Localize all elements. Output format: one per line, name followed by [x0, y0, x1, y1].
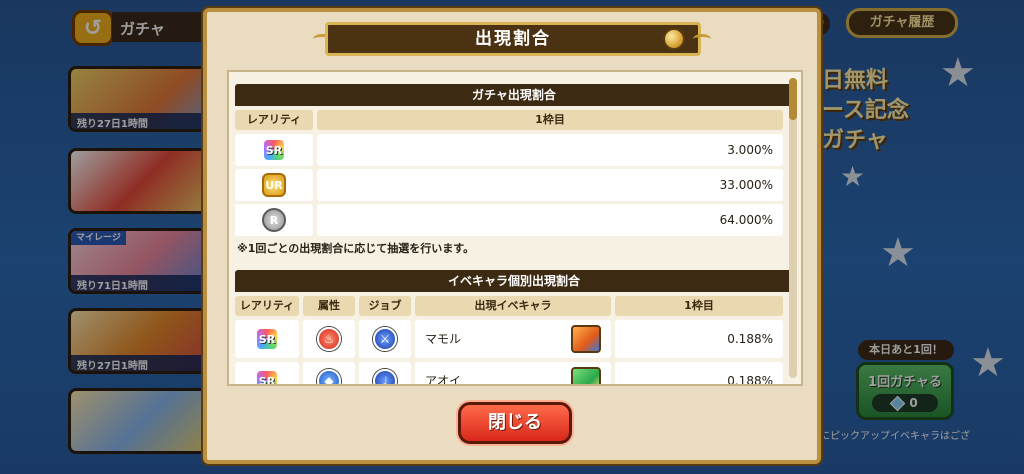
rarity-column-header: レアリティ [235, 110, 313, 130]
chara-name: アオイ [425, 374, 462, 386]
rate-value: 33.000% [317, 169, 783, 201]
water-attribute-icon: ◆ [317, 369, 341, 384]
table-row-rarity: SR [235, 320, 299, 358]
ornament-icon [663, 28, 685, 50]
chara-portrait [571, 325, 601, 353]
sr-rarity-icon: SR [255, 327, 279, 351]
ornament-icon [693, 34, 711, 44]
rate-table-scroll-area[interactable]: ガチャ出現割合 レアリティ 1枠目 SR 3.000% UR 33.000% R… [227, 70, 803, 386]
chara-cell: アオイ [415, 362, 611, 386]
sr-rarity-icon: SR [255, 369, 279, 384]
chara-cell: マモル [415, 320, 611, 358]
slot1-column-header: 1枠目 [317, 110, 783, 130]
table-row-rarity: SR [235, 134, 313, 166]
rate-value: 64.000% [317, 204, 783, 236]
attribute-column-header: 属性 [303, 296, 355, 316]
chara-name: マモル [425, 332, 462, 346]
rate-value: 0.188% [615, 320, 783, 358]
rate-value: 3.000% [317, 134, 783, 166]
modal-title: 出現割合 [325, 22, 701, 56]
table-row-rarity: UR [235, 169, 313, 201]
r-rarity-icon: R [262, 208, 286, 232]
sr-rarity-icon: SR [262, 138, 286, 162]
gacha-rate-section-title: ガチャ出現割合 [235, 84, 793, 106]
ur-rarity-icon: UR [262, 173, 286, 197]
table-row-attribute: ◆ [303, 362, 355, 384]
slot1-column-header: 1枠目 [615, 296, 783, 316]
chara-portrait [571, 367, 601, 384]
table-row-rarity: R [235, 204, 313, 236]
sword-job-icon: ⚔ [373, 327, 397, 351]
scrollbar-thumb[interactable] [789, 78, 797, 120]
chara-rate-section-title: イベキャラ個別出現割合 [235, 270, 793, 292]
table-row-job: ♩ [359, 362, 411, 384]
fire-attribute-icon: ♨ [317, 327, 341, 351]
job-column-header: ジョブ [359, 296, 411, 316]
staff-job-icon: ♩ [373, 369, 397, 384]
close-button[interactable]: 閉じる [458, 402, 572, 444]
table-row-attribute: ♨ [303, 320, 355, 358]
lottery-note: ※1回ごとの出現割合に応じて抽選を行います。 [237, 242, 475, 255]
appearance-rate-modal: 出現割合 ガチャ出現割合 レアリティ 1枠目 SR 3.000% UR 33.0… [203, 8, 821, 464]
scrollbar[interactable] [789, 78, 797, 378]
rarity-column-header: レアリティ [235, 296, 299, 316]
chara-column-header: 出現イベキャラ [415, 296, 611, 316]
table-row-job: ⚔ [359, 320, 411, 358]
table-row-rarity: SR [235, 362, 299, 384]
rate-value: 0.188% [615, 362, 783, 384]
